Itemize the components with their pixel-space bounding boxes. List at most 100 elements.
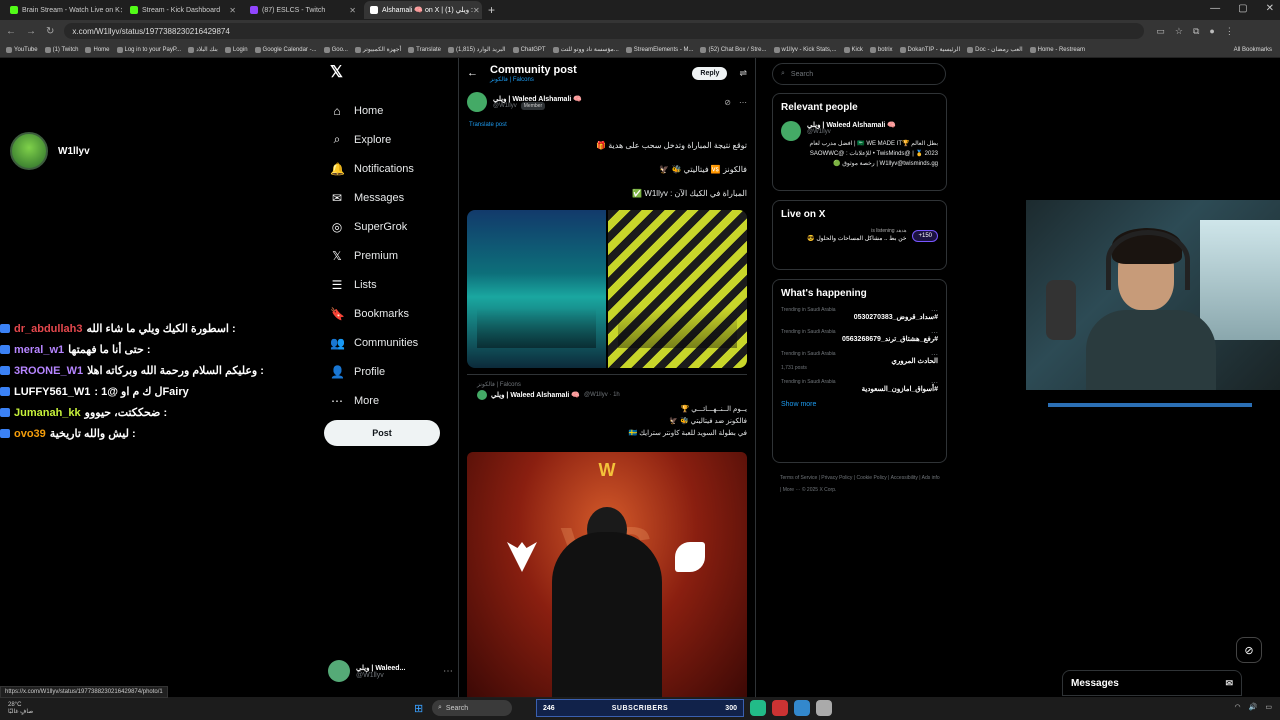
quote-community[interactable]: فالكونز | Falcons (477, 381, 747, 388)
quoted-post[interactable]: فالكونز | Falcons ويلي | Waleed Alshamal… (467, 374, 747, 698)
nav-item-supergrok[interactable]: ◎ SuperGrok (324, 212, 454, 241)
bookmark-item[interactable]: البريد الوارد (1,815) (447, 46, 506, 53)
x-logo-icon[interactable]: 𝕏 (330, 62, 454, 86)
bookmark-item[interactable]: botrix (869, 46, 893, 53)
trend-item[interactable]: Trending in Saudi Arabia #أسواق_امازون_ال… (781, 379, 938, 393)
bookmark-item[interactable]: DokanTIP - الرئيسية (899, 46, 960, 53)
author-handle[interactable]: @W1llyv (493, 103, 517, 109)
battery-icon[interactable]: ▭ (1265, 703, 1272, 711)
all-bookmarks[interactable]: All Bookmarks (1234, 47, 1272, 53)
taskbar-search[interactable]: ⌕ Search (432, 700, 512, 716)
nav-item-more[interactable]: ⋯ More (324, 386, 454, 415)
media-image-players[interactable] (608, 210, 747, 368)
bookmark-item[interactable]: YouTube (6, 46, 38, 53)
more-icon[interactable]: ⋯ (931, 379, 938, 387)
windows-start-icon[interactable]: ⊞ (414, 702, 423, 715)
bookmark-item[interactable]: Doc - العب رمضان (967, 46, 1023, 53)
relevant-person[interactable]: ويلي | Waleed Alshamali 🧠 @W1llyv بطل ال… (781, 121, 938, 169)
bookmark-item[interactable]: مؤسسة ناد ووتو للتت... (552, 46, 619, 53)
nav-item-lists[interactable]: ☰ Lists (324, 270, 454, 299)
new-tab-button[interactable]: + (488, 3, 495, 17)
avatar[interactable] (781, 121, 801, 141)
trend-item[interactable]: Trending in Saudi Arabia #رفع_هشتاق_ترند_… (781, 329, 938, 343)
profile-avatar[interactable]: ● (1209, 26, 1214, 37)
community-name[interactable]: فالكونز | Falcons (490, 76, 577, 83)
bookmark-item[interactable]: Google Calendar -... (254, 46, 317, 53)
reply-button[interactable]: Reply (692, 66, 728, 80)
nav-item-notifications[interactable]: 🔔 Notifications (324, 154, 454, 183)
nav-item-communities[interactable]: 👥 Communities (324, 328, 454, 357)
volume-icon[interactable]: 🔊 (1249, 703, 1258, 711)
show-more-link[interactable]: Show more (781, 401, 938, 408)
bookmark-item[interactable]: w1llyv - Kick Stats,... (773, 46, 837, 53)
more-icon[interactable]: ⋯ (931, 329, 938, 337)
browser-tab[interactable]: (87) ESLCS - Twitch ✕ (244, 1, 362, 19)
close-tab-icon[interactable]: ✕ (120, 6, 122, 15)
bookmark-item[interactable]: Login (224, 46, 248, 53)
bookmark-item[interactable]: أجهزة الكمبيوتر (354, 46, 401, 53)
compose-message-icon[interactable]: ✉ (1225, 678, 1233, 689)
bookmark-item[interactable]: (1) Twitch (44, 46, 78, 53)
bookmark-item[interactable]: (52) Chat Box / Stre... (700, 46, 767, 53)
bookmark-item[interactable]: Goo... (323, 46, 348, 53)
person-name[interactable]: ويلي | Waleed Alshamali 🧠 (807, 121, 938, 129)
more-icon[interactable]: ⋯ (931, 351, 938, 359)
forward-icon[interactable]: → (26, 26, 36, 37)
trend-item[interactable]: Trending in Saudi Arabia #سداد_قروض_05302… (781, 307, 938, 321)
bookmark-item[interactable]: StreamElements - M... (625, 46, 693, 53)
close-window-icon[interactable]: ✕ (1266, 3, 1274, 14)
back-icon[interactable]: ← (6, 26, 16, 37)
avatar[interactable] (467, 92, 487, 112)
nav-item-bookmarks[interactable]: 🔖 Bookmarks (324, 299, 454, 328)
cast-icon[interactable]: ▭ (1156, 26, 1165, 37)
translate-link[interactable]: Translate post (469, 122, 747, 128)
quote-media-poster[interactable]: W VS (467, 452, 747, 698)
trend-item[interactable]: Trending in Saudi Arabia الحادث المروري 1,… (781, 351, 938, 371)
app-icon[interactable] (794, 700, 810, 716)
bookmark-item[interactable]: ChatGPT (512, 46, 546, 53)
close-tab-icon[interactable]: ✕ (229, 6, 236, 15)
nav-item-profile[interactable]: 👤 Profile (324, 357, 454, 386)
minimize-icon[interactable]: — (1210, 3, 1220, 14)
url-input[interactable]: x.com/W1llyv/status/1977388230216429874 (64, 23, 1145, 39)
post-media[interactable] (467, 210, 747, 368)
nav-item-premium[interactable]: 𝕏 Premium (324, 241, 454, 270)
bookmark-item[interactable]: Home - Restream (1029, 46, 1085, 53)
account-switcher[interactable]: ويلي | Waleed... @W1llyv ⋯ (328, 660, 453, 682)
close-tab-icon[interactable]: ✕ (349, 6, 356, 15)
more-icon[interactable]: ⋯ (931, 307, 938, 315)
nav-item-explore[interactable]: ⌕ Explore (324, 125, 454, 154)
post-button[interactable]: Post (324, 420, 440, 446)
extension-icon[interactable]: ⧉ (1193, 26, 1199, 37)
more-icon[interactable]: ⋯ (443, 666, 453, 677)
back-arrow-icon[interactable]: ← (467, 67, 478, 79)
menu-icon[interactable]: ⋮ (1225, 26, 1234, 37)
reload-icon[interactable]: ↻ (46, 26, 54, 37)
wifi-icon[interactable]: ◠ (1235, 703, 1241, 711)
browser-tab[interactable]: Alshamali 🧠 on X | ويلي (1) : ✕ (364, 1, 482, 19)
weather-widget[interactable]: 28°C صافٍ غالبًا (8, 702, 33, 716)
listeners-count[interactable]: +150 (912, 230, 938, 242)
app-icon[interactable] (816, 700, 832, 716)
media-image-stage[interactable] (467, 210, 606, 368)
bookmark-item[interactable]: Home (85, 46, 110, 53)
nav-item-messages[interactable]: ✉ Messages (324, 183, 454, 212)
grok-icon[interactable]: ⊘ (724, 98, 731, 107)
more-icon[interactable]: ⋯ (739, 98, 747, 107)
nav-item-home[interactable]: ⌂ Home (324, 96, 454, 125)
close-tab-icon[interactable]: ✕ (473, 6, 480, 15)
bookmark-item[interactable]: Translate (408, 46, 441, 53)
browser-tab[interactable]: Stream - Kick Dashboard ✕ (124, 1, 242, 19)
search-input[interactable]: ⌕ Search (772, 63, 946, 85)
grok-button[interactable]: ⊘ (1236, 637, 1262, 663)
star-icon[interactable]: ☆ (1175, 26, 1183, 37)
browser-tab[interactable]: Brain Stream - Watch Live on K✕ (4, 1, 122, 19)
bookmark-item[interactable]: Kick (843, 46, 863, 53)
filter-icon[interactable]: ⇌ (739, 68, 747, 79)
footer-links[interactable]: Terms of Service | Privacy Policy | Cook… (780, 472, 940, 496)
bookmark-item[interactable]: بنك البلاد (188, 46, 218, 53)
live-space[interactable]: هدهد is listening خن بط .. مشاكل المساحا… (781, 228, 938, 244)
app-icon[interactable] (750, 700, 766, 716)
app-icon[interactable] (772, 700, 788, 716)
maximize-icon[interactable]: ▢ (1238, 3, 1247, 14)
